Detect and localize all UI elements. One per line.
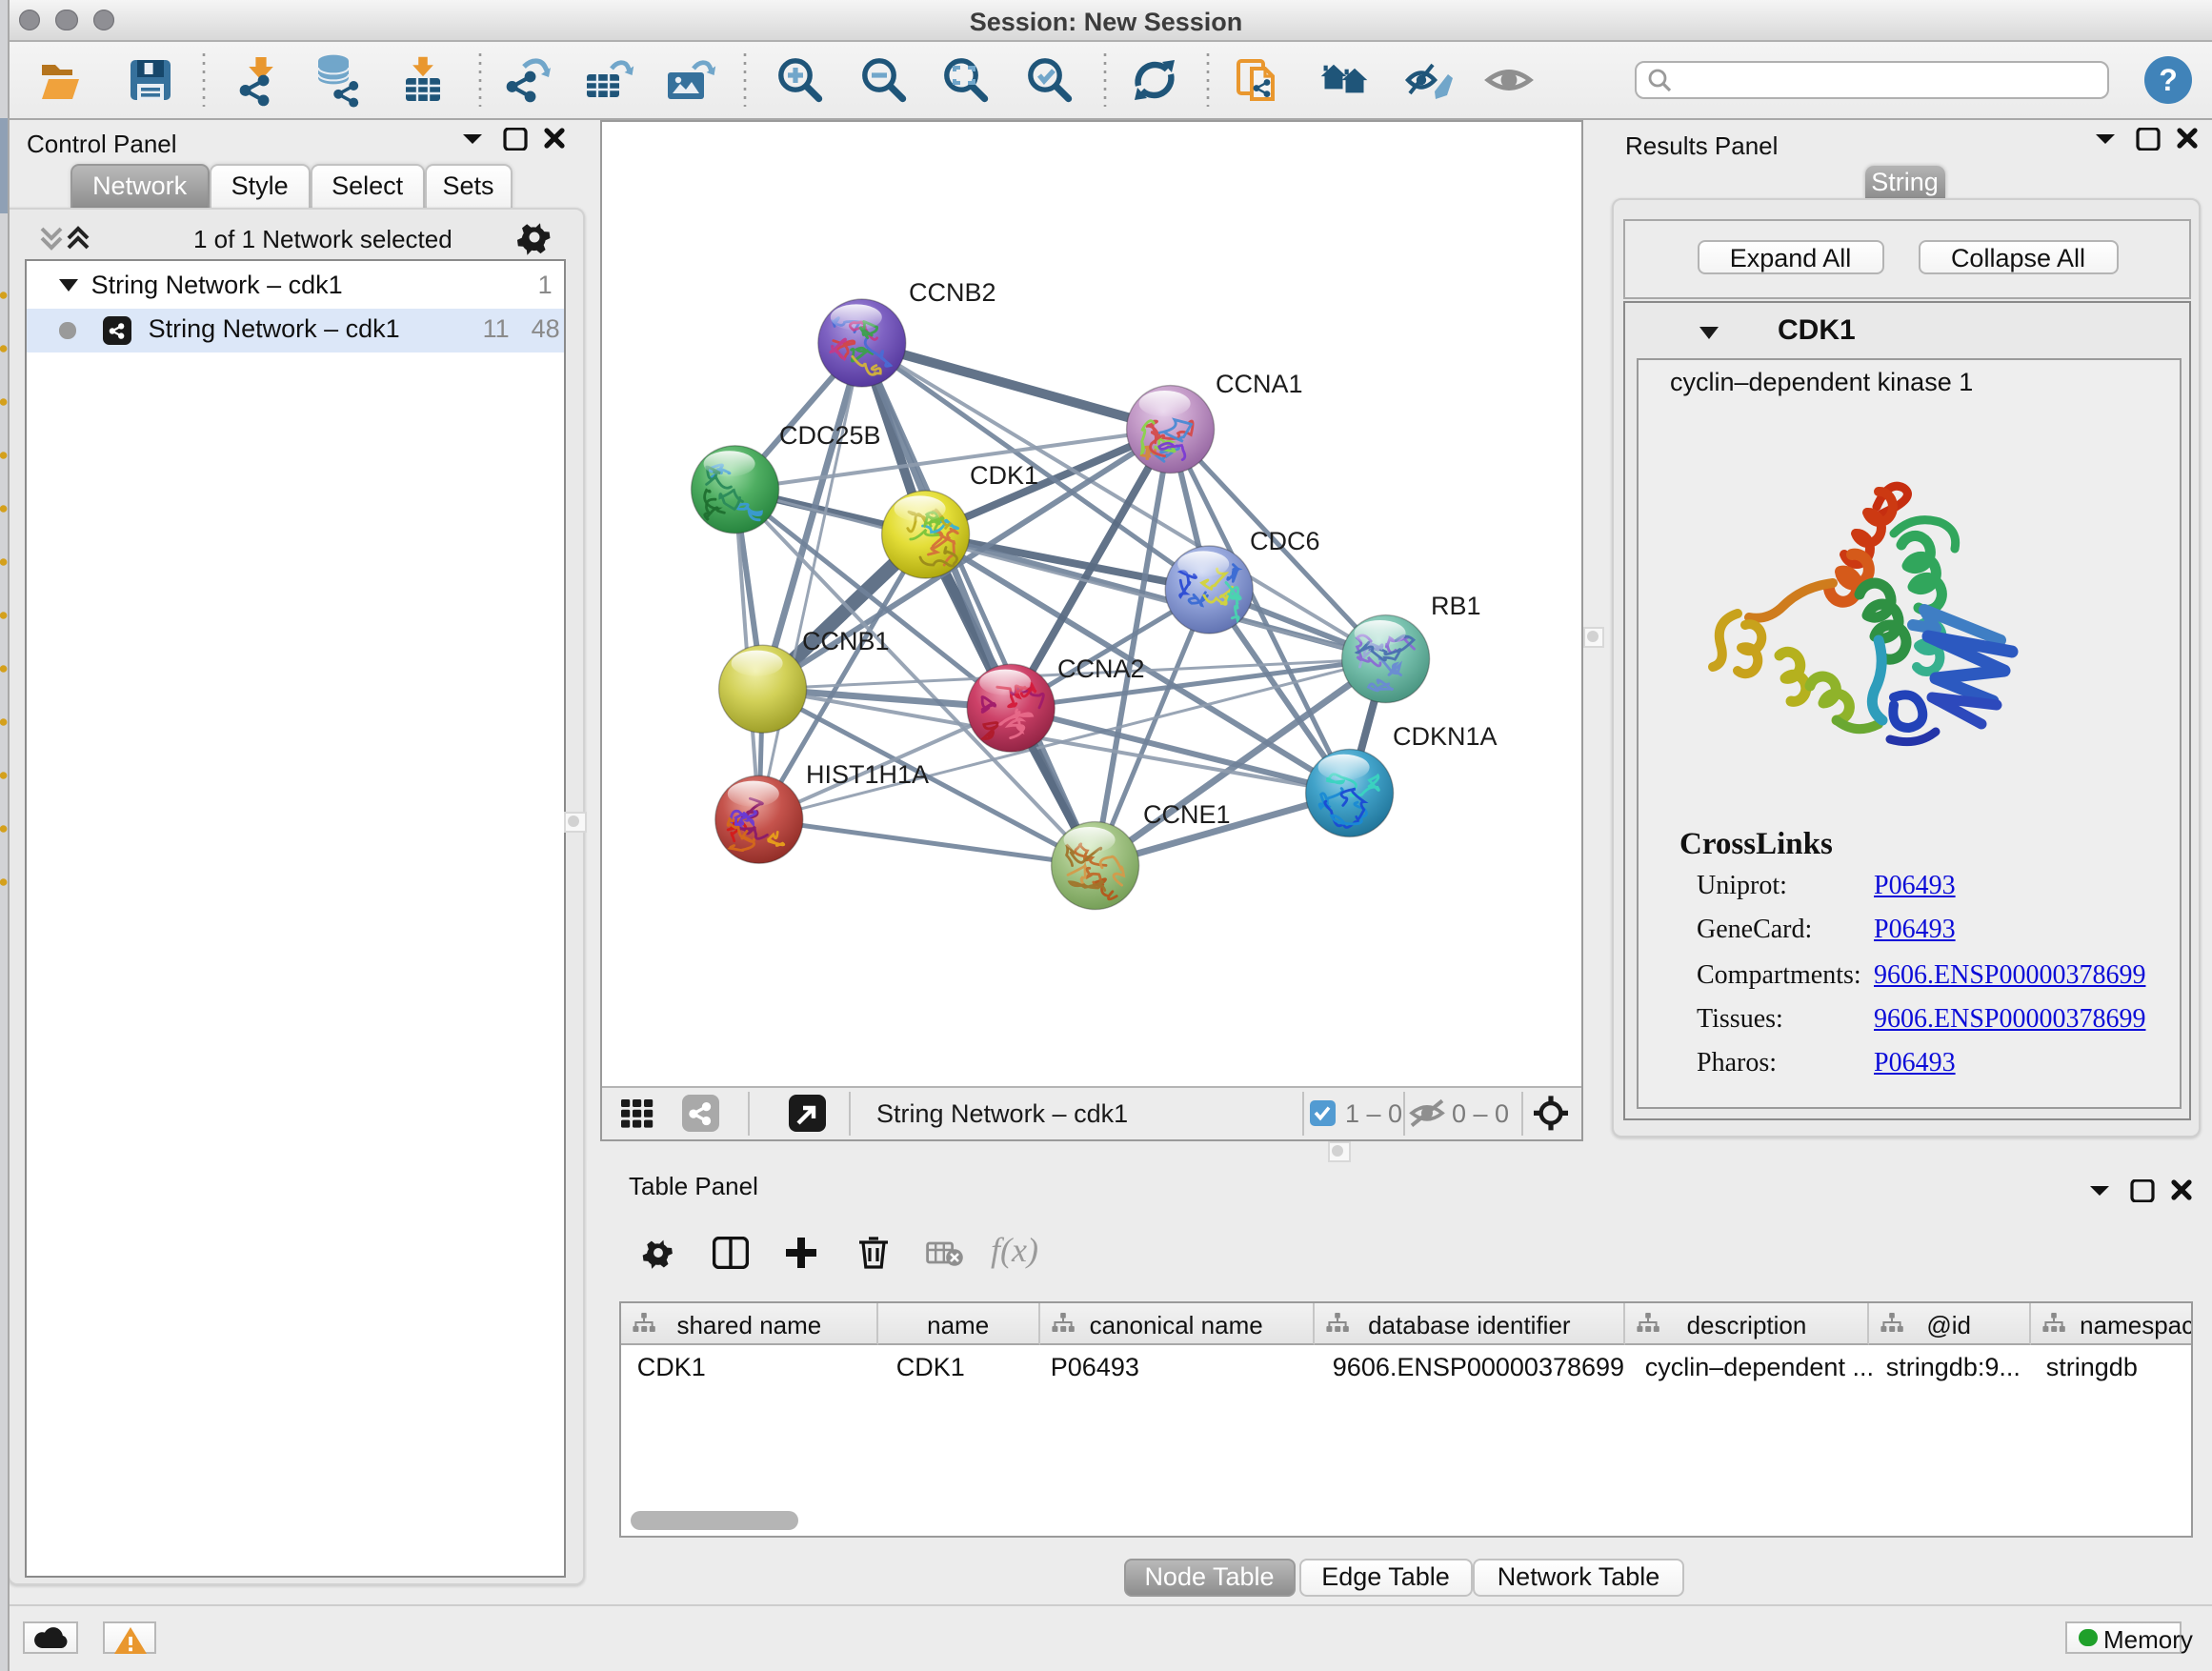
svg-text:HIST1H1A: HIST1H1A	[806, 759, 929, 788]
svg-text:CDC25B: CDC25B	[779, 420, 881, 449]
svg-text:0 – 0: 0 – 0	[1452, 1099, 1509, 1128]
svg-text:CDKN1A: CDKN1A	[1393, 721, 1498, 750]
svg-text:CCNA2: CCNA2	[1057, 654, 1145, 682]
svg-text:String Network – cdk1: String Network – cdk1	[876, 1099, 1128, 1128]
svg-text:CDK1: CDK1	[970, 460, 1038, 489]
svg-text:CCNE1: CCNE1	[1143, 799, 1231, 828]
svg-text:1 – 0: 1 – 0	[1345, 1099, 1402, 1128]
svg-text:CCNB2: CCNB2	[909, 277, 996, 306]
svg-text:CCNA1: CCNA1	[1216, 369, 1303, 397]
svg-text:RB1: RB1	[1431, 591, 1481, 619]
svg-text:CCNB1: CCNB1	[802, 626, 890, 654]
svg-text:CDC6: CDC6	[1250, 526, 1320, 554]
svg-text:?: ?	[2159, 62, 2178, 96]
